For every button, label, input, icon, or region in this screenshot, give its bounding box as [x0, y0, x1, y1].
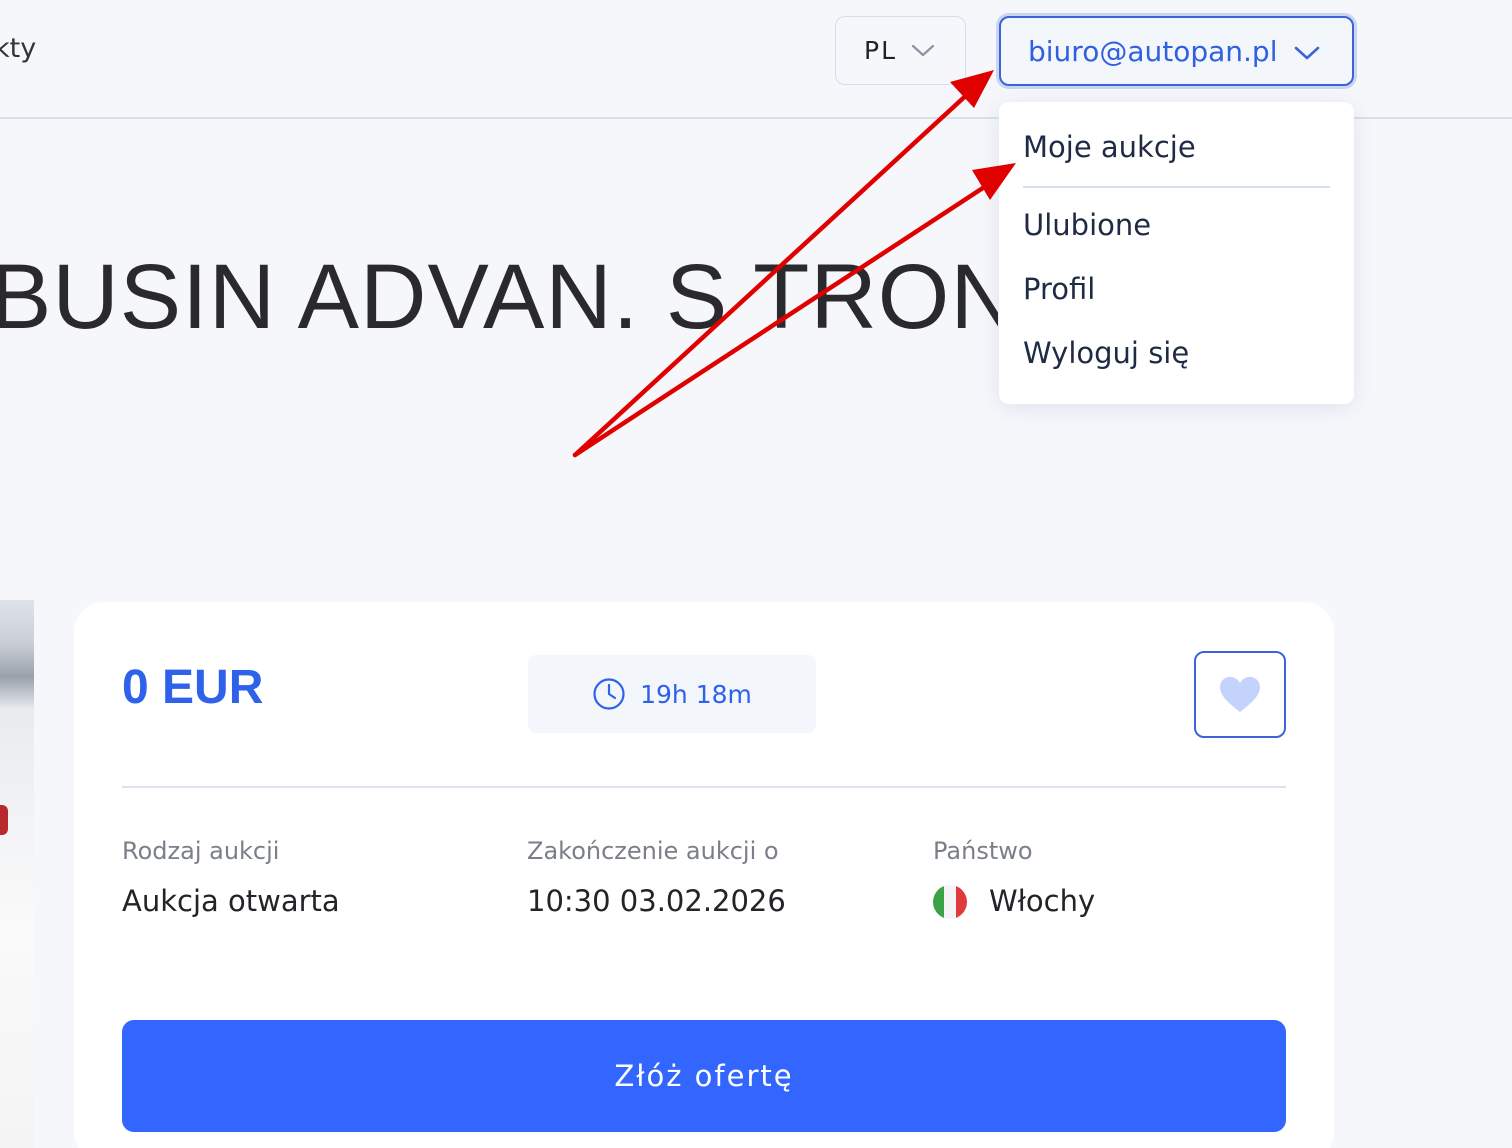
auction-end-label: Zakończenie aukcji o [527, 837, 779, 865]
language-value: PL [864, 36, 898, 65]
auction-type-value: Aukcja otwarta [122, 884, 340, 918]
menu-item-my-auctions[interactable]: Moje aukcje [1023, 130, 1196, 164]
vehicle-photo-detail [0, 805, 8, 835]
card-divider [122, 786, 1286, 788]
user-email: biuro@autopan.pl [1028, 34, 1278, 68]
chevron-down-icon [911, 44, 935, 56]
menu-item-logout[interactable]: Wyloguj się [1023, 336, 1189, 370]
time-remaining-badge: 19h 18m [528, 655, 816, 733]
menu-divider [1023, 186, 1330, 188]
auction-type-label: Rodzaj aukcji [122, 837, 280, 865]
favorite-button[interactable] [1194, 651, 1286, 738]
auction-end-value: 10:30 03.02.2026 [527, 884, 786, 918]
language-select[interactable]: PL [835, 16, 966, 85]
user-dropdown-menu: Moje aukcje Ulubione Profil Wyloguj się [999, 102, 1354, 404]
nav-link-partial[interactable]: kty [0, 33, 36, 64]
chevron-down-icon [1294, 46, 1320, 60]
menu-item-favorites[interactable]: Ulubione [1023, 208, 1151, 242]
country-label: Państwo [933, 837, 1033, 865]
country-value: Włochy [989, 884, 1096, 918]
page-title: BUSIN ADVAN. S TRON [0, 246, 998, 348]
user-account-select[interactable]: biuro@autopan.pl [999, 16, 1354, 86]
menu-item-profile[interactable]: Profil [1023, 272, 1095, 306]
vehicle-photo[interactable] [0, 600, 34, 1148]
italy-flag-icon [933, 885, 967, 919]
auction-card: 0 EUR 19h 18m Rodzaj aukcji Aukcja otwar… [74, 602, 1334, 1148]
clock-icon [593, 678, 625, 710]
current-price: 0 EUR [122, 661, 264, 714]
place-bid-button[interactable]: Złóż ofertę [122, 1020, 1286, 1132]
time-remaining-value: 19h 18m [640, 679, 752, 709]
heart-icon [1220, 676, 1260, 712]
